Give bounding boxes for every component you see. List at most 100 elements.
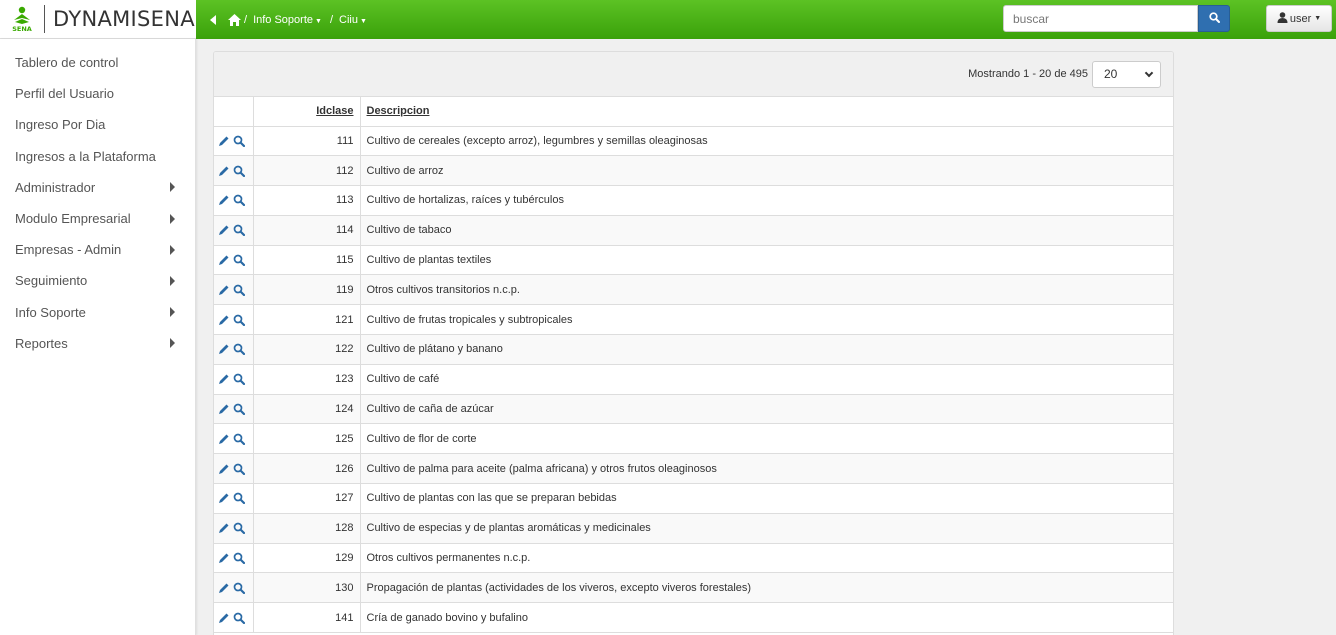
row-actions <box>214 423 254 455</box>
back-arrow-icon[interactable] <box>210 14 216 25</box>
row-actions <box>214 274 254 306</box>
sidebar-item[interactable]: Administrador <box>0 172 195 203</box>
brand-divider <box>44 5 45 33</box>
row-actions <box>214 185 254 216</box>
pencil-icon[interactable] <box>218 135 230 147</box>
caret-right-icon <box>170 307 175 318</box>
pencil-icon[interactable] <box>218 403 230 415</box>
user-menu-button[interactable]: user ▼ <box>1266 5 1332 32</box>
descripcion-cell: Cultivo de flor de corte <box>360 423 1173 455</box>
magnifier-icon[interactable] <box>233 135 246 147</box>
row-actions <box>214 453 254 485</box>
idclase-cell: 128 <box>253 513 361 544</box>
sidebar-item[interactable]: Perfil del Usuario <box>0 78 195 109</box>
magnifier-icon[interactable] <box>233 314 246 326</box>
sidebar-item[interactable]: Reportes <box>0 328 195 359</box>
table-row: 114 Cultivo de tabaco <box>214 215 1173 246</box>
row-actions <box>214 364 254 395</box>
sidebar-item[interactable]: Seguimiento <box>0 265 195 296</box>
idclase-cell: 123 <box>253 364 361 395</box>
descripcion-cell: Cultivo de frutas tropicales y subtropic… <box>360 304 1173 336</box>
search-button[interactable] <box>1198 5 1230 32</box>
pencil-icon[interactable] <box>218 582 230 594</box>
row-actions <box>214 394 254 425</box>
magnifier-icon[interactable] <box>233 224 246 237</box>
table-header-row: Idclase Descripcion <box>214 97 1173 127</box>
pencil-icon[interactable] <box>218 522 230 534</box>
idclase-cell: 129 <box>253 543 361 574</box>
sidebar-item-label: Empresas - Admin <box>15 242 122 258</box>
chevron-down-icon <box>1144 68 1154 77</box>
magnifier-icon[interactable] <box>233 522 246 535</box>
descripcion-cell: Cultivo de caña de azúcar <box>360 394 1173 425</box>
idclase-cell: 115 <box>253 245 361 276</box>
magnifier-icon[interactable] <box>233 194 246 207</box>
pencil-icon[interactable] <box>218 463 230 475</box>
idclase-cell: 114 <box>253 215 361 246</box>
idclase-cell: 111 <box>253 126 361 157</box>
pencil-icon[interactable] <box>218 224 230 236</box>
pencil-icon[interactable] <box>218 343 230 355</box>
sidebar-item-label: Seguimiento <box>15 273 88 289</box>
caret-down-icon: ▼ <box>1314 15 1322 22</box>
row-actions <box>214 572 254 604</box>
sidebar-item-label: Administrador <box>15 179 96 195</box>
pagination-summary: Mostrando 1 - 20 de 495 <box>968 68 1088 80</box>
pencil-icon[interactable] <box>218 492 230 504</box>
magnifier-icon[interactable] <box>233 403 246 416</box>
descripcion-cell: Otros cultivos permanentes n.c.p. <box>360 543 1173 574</box>
table-row: 119 Otros cultivos transitorios n.c.p. <box>214 274 1173 306</box>
sidebar-item[interactable]: Ingreso Por Dia <box>0 109 195 140</box>
brand[interactable]: SENA DYNAMISENA <box>0 0 196 39</box>
caret-right-icon <box>170 244 175 255</box>
magnifier-icon[interactable] <box>233 373 246 386</box>
pencil-icon[interactable] <box>218 433 230 445</box>
sidebar-item[interactable]: Ingresos a la Plataforma <box>0 141 195 172</box>
breadcrumb-separator: / <box>329 13 333 26</box>
magnifier-icon[interactable] <box>233 463 246 475</box>
pencil-icon[interactable] <box>218 612 230 624</box>
page-size-select[interactable]: 20 <box>1092 60 1161 88</box>
brand-name: DYNAMISENA <box>53 7 195 31</box>
idclase-column-header[interactable]: Idclase <box>253 97 361 127</box>
magnifier-icon[interactable] <box>233 433 246 445</box>
search-input[interactable] <box>1003 5 1198 32</box>
pencil-icon[interactable] <box>218 373 230 385</box>
magnifier-icon[interactable] <box>233 582 246 594</box>
sidebar-item[interactable]: Info Soporte <box>0 297 195 328</box>
descripcion-cell: Cultivo de café <box>360 364 1173 395</box>
pencil-icon[interactable] <box>218 284 230 296</box>
magnifier-icon[interactable] <box>233 284 246 296</box>
magnifier-icon[interactable] <box>233 343 246 356</box>
magnifier-icon[interactable] <box>233 552 246 565</box>
pencil-icon[interactable] <box>218 314 230 326</box>
magnifier-icon[interactable] <box>233 492 246 505</box>
idclase-cell: 121 <box>253 304 361 336</box>
sidebar-item[interactable]: Empresas - Admin <box>0 234 195 265</box>
descripcion-cell: Cultivo de plantas con las que se prepar… <box>360 483 1173 514</box>
pencil-icon[interactable] <box>218 552 230 564</box>
table-row: 125 Cultivo de flor de corte <box>214 423 1173 455</box>
sidebar-item[interactable]: Modulo Empresarial <box>0 203 195 234</box>
sidebar-item-label: Modulo Empresarial <box>15 211 131 227</box>
idclase-cell: 126 <box>253 453 361 485</box>
row-actions <box>214 245 254 276</box>
row-actions <box>214 304 254 336</box>
descripcion-column-header[interactable]: Descripcion <box>360 97 1173 127</box>
table-row: 128 Cultivo de especias y de plantas arom… <box>214 513 1173 544</box>
breadcrumb-info-soporte[interactable]: Info Soporte ▼ <box>253 14 322 26</box>
table-row: 126 Cultivo de palma para aceite (palma a… <box>214 453 1173 485</box>
magnifier-icon[interactable] <box>233 612 246 624</box>
pencil-icon[interactable] <box>218 254 230 266</box>
user-icon <box>1277 11 1288 26</box>
pencil-icon[interactable] <box>218 194 230 206</box>
home-icon[interactable] <box>228 13 241 26</box>
actions-column-header <box>214 97 254 127</box>
magnifier-icon[interactable] <box>233 254 246 267</box>
magnifier-icon[interactable] <box>233 165 246 177</box>
pencil-icon[interactable] <box>218 165 230 177</box>
descripcion-cell: Otros cultivos transitorios n.c.p. <box>360 274 1173 306</box>
breadcrumb-ciiu[interactable]: Ciiu ▼ <box>339 14 367 26</box>
sidebar-item[interactable]: Tablero de control <box>0 47 195 78</box>
descripcion-cell: Cría de ganado bovino y bufalino <box>360 602 1173 634</box>
